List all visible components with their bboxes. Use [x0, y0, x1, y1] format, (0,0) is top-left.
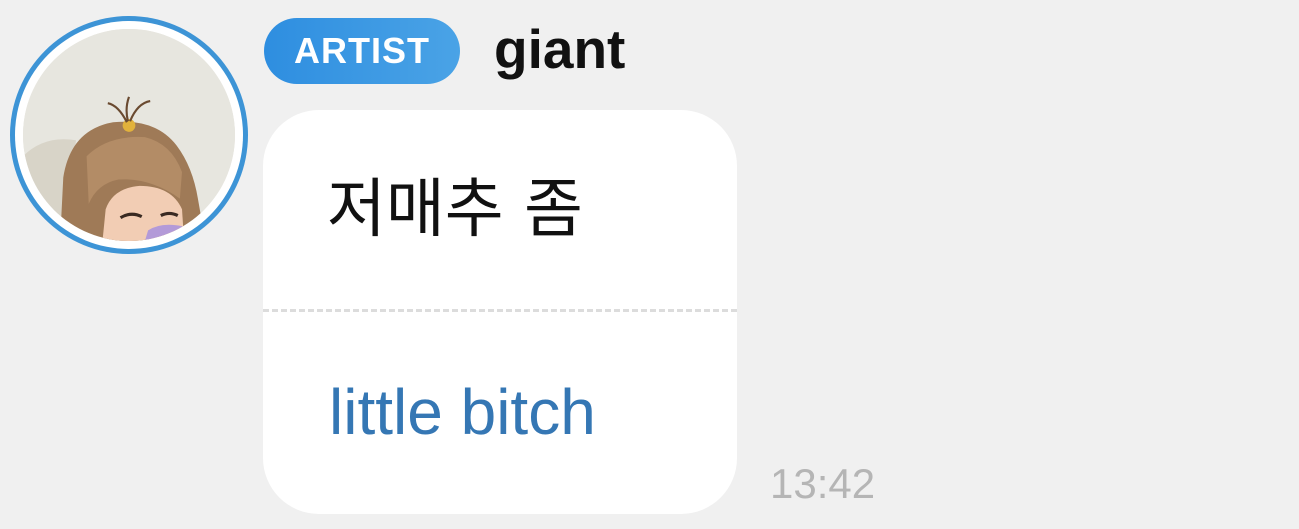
original-message-text: 저매추 좀: [327, 173, 583, 247]
avatar[interactable]: [23, 29, 235, 241]
profile-photo-icon: [23, 29, 235, 241]
message-header: ARTIST giant: [264, 17, 625, 85]
translation-divider: [263, 309, 737, 312]
avatar-ring[interactable]: [10, 16, 248, 254]
avatar-gap: [15, 21, 243, 249]
artist-badge: ARTIST: [264, 18, 460, 84]
message-timestamp: 13:42: [770, 460, 876, 507]
message-bubble[interactable]: 저매추 좀 little bitch: [263, 110, 737, 514]
sender-name[interactable]: giant: [494, 21, 625, 77]
translated-message-text: little bitch: [329, 376, 596, 448]
